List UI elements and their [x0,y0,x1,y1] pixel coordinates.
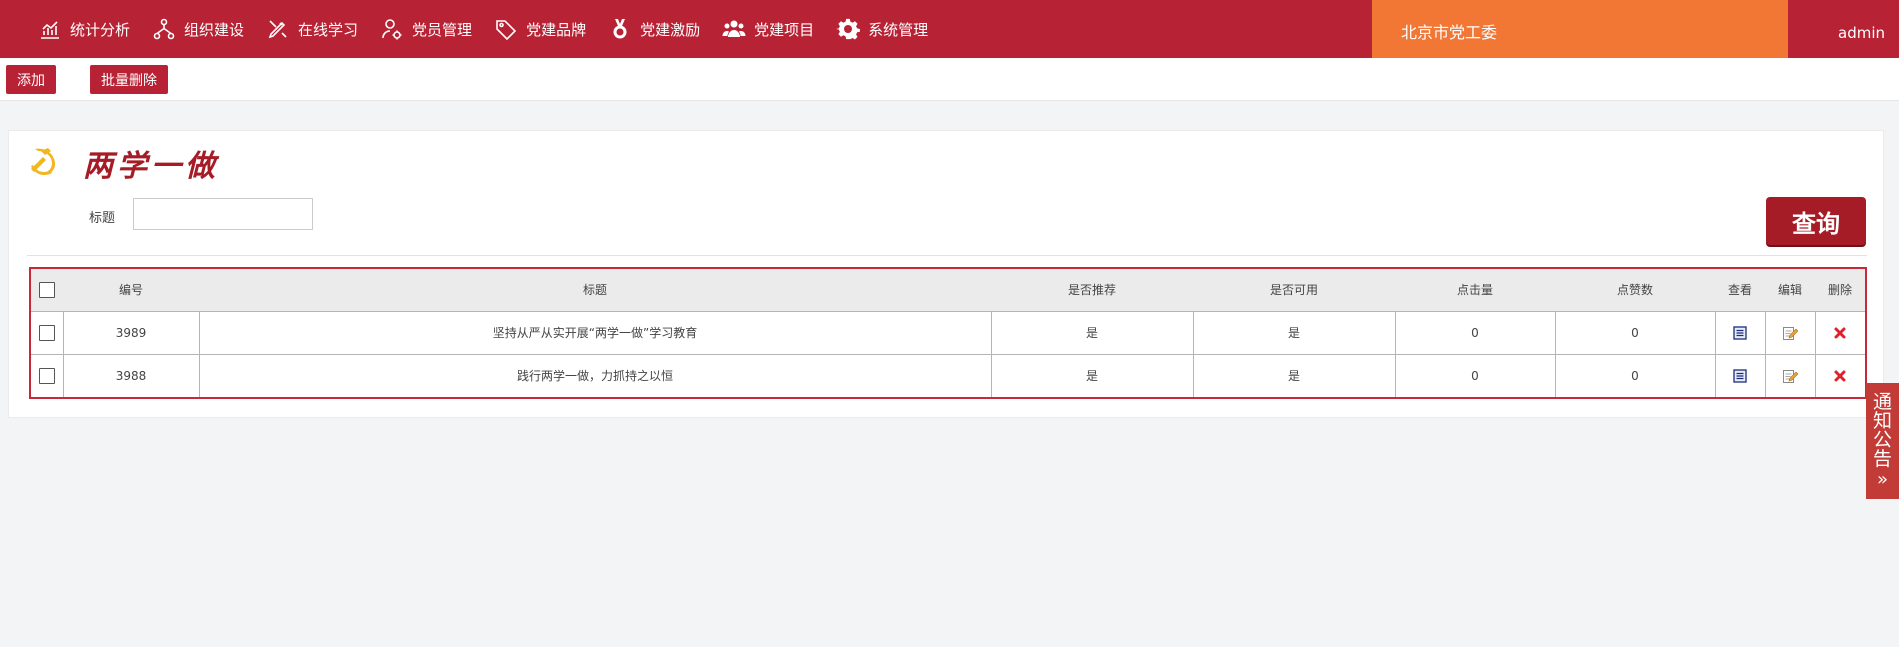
cell-available: 是 [1192,310,1395,354]
nav-item-label: 统计分析 [70,20,131,39]
nav-item-statistics[interactable]: 统计分析 [38,17,130,41]
nav-item-label: 党建激励 [640,20,701,39]
cell-clicks: 0 [1394,353,1555,397]
select-all-cell [31,269,63,311]
notice-side-tab[interactable]: 通 知 公 告 » [1866,383,1899,499]
nav-item-label: 在线学习 [298,20,359,39]
batch-delete-button[interactable]: 批量删除 [90,65,168,94]
edit-icon[interactable] [1782,368,1798,384]
user-name[interactable]: admin [1788,0,1899,58]
org-tree-icon [153,18,175,40]
row-select-cell [31,310,63,354]
delete-icon[interactable] [1832,325,1848,341]
view-icon[interactable] [1732,368,1748,384]
cell-title: 践行两学一做，力抓持之以恒 [198,353,991,397]
organization-name[interactable]: 北京市党工委 [1372,0,1788,58]
cell-id: 3989 [62,310,199,354]
cell-id: 3988 [62,353,199,397]
cell-recommended: 是 [990,353,1193,397]
main-nav: 统计分析 组织建设 在线学习 党员管理 党建品牌 党建激励 党建项目 系统管理 [38,0,950,58]
row-checkbox[interactable] [38,367,55,384]
chart-icon [41,21,59,39]
query-button[interactable]: 查询 [1766,197,1866,245]
cell-clicks: 0 [1394,310,1555,354]
title-filter-input[interactable] [133,198,313,230]
delete-cell [1814,353,1865,397]
cell-likes: 0 [1554,310,1715,354]
nav-item-label: 系统管理 [868,20,929,39]
cell-available: 是 [1192,353,1395,397]
header-clicks: 点击量 [1395,269,1555,311]
nav-item-party-brand[interactable]: 党建品牌 [494,17,586,41]
cell-title: 坚持从严从实开展“两学一做”学习教育 [198,310,991,354]
cell-likes: 0 [1554,353,1715,397]
add-button[interactable]: 添加 [6,65,56,94]
title-filter-label: 标题 [89,211,116,226]
header-title: 标题 [199,269,991,311]
nav-item-label: 组织建设 [184,20,245,39]
delete-icon[interactable] [1832,368,1848,384]
nav-item-party-project[interactable]: 党建项目 [722,17,814,41]
nav-item-label: 党建项目 [754,20,815,39]
action-toolbar: 添加 批量删除 [0,58,1899,101]
gear-icon [836,18,861,40]
data-table: 编号 标题 是否推荐 是否可用 点击量 点赞数 查看 编辑 删除 3989 坚持… [29,267,1867,399]
delete-cell [1814,310,1865,354]
header-edit: 编辑 [1765,269,1815,311]
edit-icon[interactable] [1782,325,1798,341]
header-id: 编号 [63,269,199,311]
nav-item-online-learning[interactable]: 在线学习 [266,17,358,41]
select-all-checkbox[interactable] [39,281,55,298]
top-navbar: 统计分析 组织建设 在线学习 党员管理 党建品牌 党建激励 党建项目 系统管理 [0,0,1899,58]
header-view: 查看 [1715,269,1765,311]
medal-icon [613,19,627,39]
nav-item-party-incentive[interactable]: 党建激励 [608,17,700,41]
page-title: 两学一做 [83,149,219,184]
header-recommended: 是否推荐 [991,269,1193,311]
pencil-icon [268,20,287,39]
edit-cell [1764,353,1815,397]
cell-recommended: 是 [990,310,1193,354]
content-card: 两学一做 标题 查询 编号 标题 是否推荐 是否可用 点击量 点赞数 查看 编辑… [8,130,1884,418]
group-icon [722,20,746,37]
header-delete: 删除 [1815,269,1865,311]
table-row: 3988 践行两学一做，力抓持之以恒 是 是 0 0 [31,353,1865,397]
header-available: 是否可用 [1193,269,1395,311]
row-checkbox[interactable] [38,324,55,341]
user-gear-icon [382,19,402,40]
header-likes: 点赞数 [1555,269,1715,311]
edit-cell [1764,310,1815,354]
tag-icon [496,20,517,41]
nav-item-label: 党员管理 [412,20,473,39]
view-cell [1714,310,1765,354]
row-select-cell [31,353,63,397]
nav-item-member-management[interactable]: 党员管理 [380,17,472,41]
nav-item-system-management[interactable]: 系统管理 [836,17,928,41]
nav-item-label: 党建品牌 [526,20,587,39]
table-row: 3989 坚持从严从实开展“两学一做”学习教育 是 是 0 0 [31,310,1865,354]
divider [27,255,1867,256]
party-emblem-icon [31,148,55,175]
double-chevron-icon: » [1876,469,1888,490]
nav-item-organization[interactable]: 组织建设 [152,17,244,41]
side-tab-char: 告 [1872,448,1892,470]
view-cell [1714,353,1765,397]
view-icon[interactable] [1732,325,1748,341]
table-header-row: 编号 标题 是否推荐 是否可用 点击量 点赞数 查看 编辑 删除 [31,269,1865,311]
